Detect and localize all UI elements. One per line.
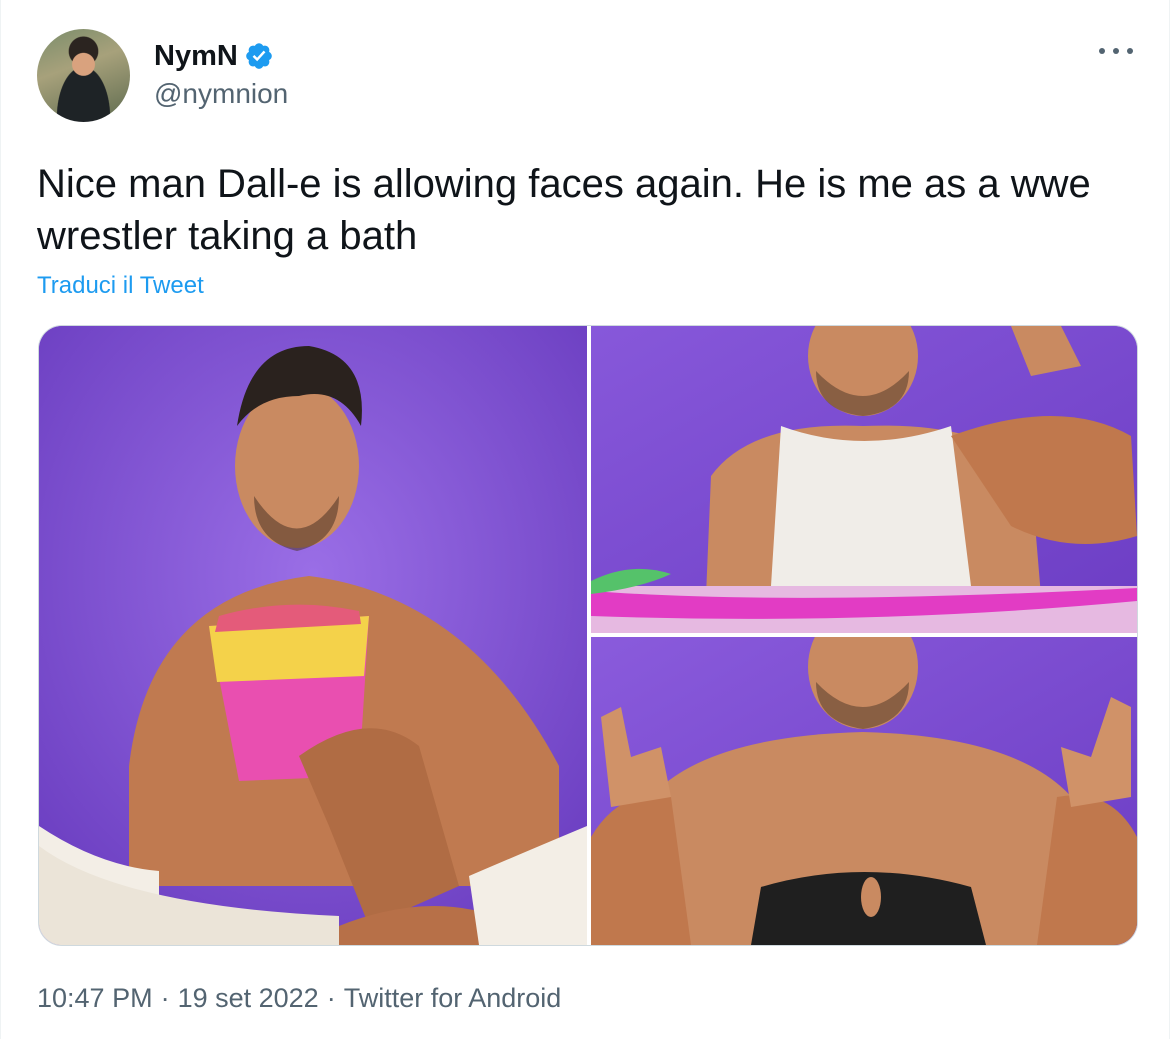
media-image-thumbs-up[interactable] — [591, 637, 1137, 945]
avatar[interactable] — [37, 29, 130, 122]
translate-tweet-link[interactable]: Traduci il Tweet — [37, 270, 204, 302]
tweet-date[interactable]: 19 set 2022 — [178, 980, 319, 1016]
tweet-metadata: 10:47 PM · 19 set 2022 · Twitter for And… — [37, 980, 561, 1016]
media-image-flexing[interactable] — [591, 326, 1137, 633]
author-name-row: NymN — [154, 40, 274, 72]
author-display-name[interactable]: NymN — [154, 40, 238, 72]
media-grid — [38, 325, 1138, 946]
tweet-time[interactable]: 10:47 PM — [37, 980, 153, 1016]
more-options-icon[interactable] — [1099, 36, 1133, 66]
tweet-text: Nice man Dall-e is allowing faces again.… — [37, 162, 1091, 258]
author-handle[interactable]: @nymnion — [154, 78, 288, 110]
meta-separator: · — [160, 983, 170, 1013]
tweet-card: NymN @nymnion Nice man Dall-e is allowin… — [0, 0, 1170, 1039]
tweet-source[interactable]: Twitter for Android — [344, 980, 562, 1016]
media-image-bathtub[interactable] — [39, 326, 587, 945]
meta-separator: · — [326, 983, 336, 1013]
verified-badge-icon — [244, 41, 274, 71]
